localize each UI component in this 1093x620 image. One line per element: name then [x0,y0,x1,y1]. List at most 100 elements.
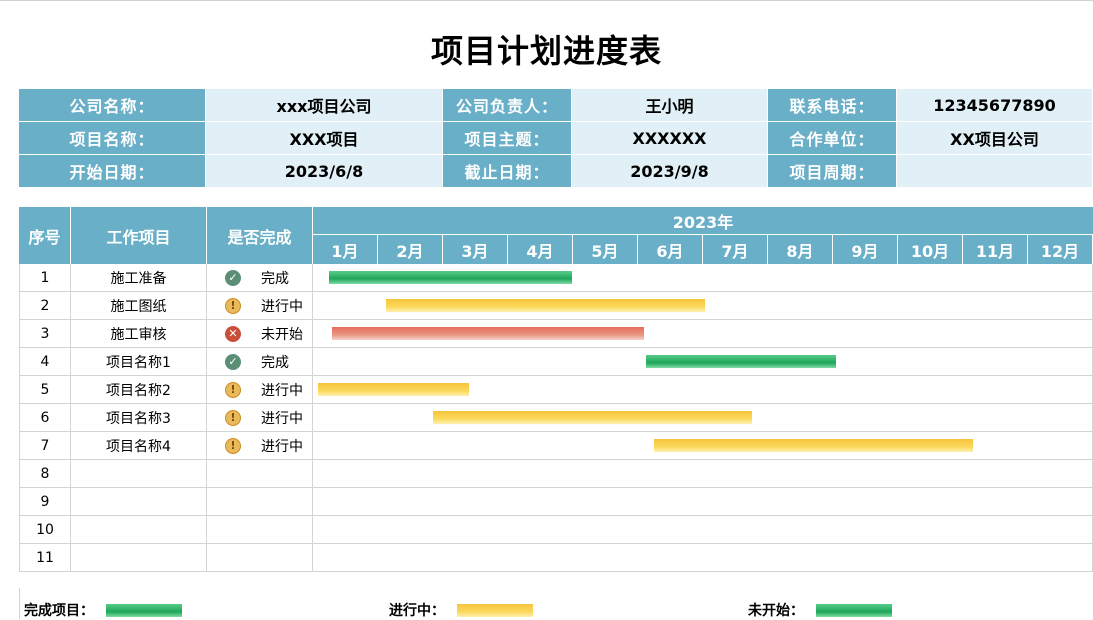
row-status: ! 进行中 [207,292,313,319]
info-label: 公司负责人： [443,89,572,122]
legend-label: 完成项目： [24,603,94,619]
legend-label: 进行中： [389,603,445,619]
status-label: 完成 [261,270,289,287]
row-status [207,460,313,487]
gantt-bar [653,439,973,452]
x-circle-icon: ✕ [225,325,241,342]
info-value [897,155,1093,188]
month-label: 3月 [443,235,508,264]
row-index: 11 [19,544,71,571]
table-row: 4 项目名称1 ✓ 完成 [19,348,1093,376]
info-value: xxx项目公司 [206,89,443,122]
row-timeline [313,376,1093,403]
gantt-table: 序号 工作项目 是否完成 2023年 1月 2月 3月 4月 5月 6月 7月 8月 9月 10月… [19,207,1093,572]
row-status [207,516,313,543]
check-circle-icon: ✓ [225,269,241,286]
table-row: 7 项目名称4! 进行中 [19,432,1093,460]
table-row: 11 [19,544,1093,572]
row-index: 2 [19,292,71,319]
row-status: ✓ 完成 [207,348,313,375]
table-row: 10 [19,516,1093,544]
row-status [207,488,313,515]
month-label: 8月 [768,235,833,264]
table-row: 1 施工准备 ✓ 完成 [19,264,1093,292]
row-task: 施工准备 [71,264,207,291]
row-task: 项目名称2 [71,376,207,403]
gantt-bar [386,299,705,312]
row-index: 4 [19,348,71,375]
info-label: 项目名称： [19,122,206,155]
gantt-bar [317,383,469,396]
month-label: 1月 [313,235,378,264]
row-index: 10 [19,516,71,543]
row-status: ! 进行中 [207,432,313,459]
legend-swatch [106,603,182,617]
status-label: 完成 [261,354,289,371]
row-status: ✓ 完成 [207,264,313,291]
info-row: 项目名称： XXX项目 项目主题： XXXXXX 合作单位： XX项目公司 [19,122,1093,155]
legend-item: 进行中： [389,600,533,620]
row-index: 6 [19,404,71,431]
row-task [71,488,207,515]
info-label: 开始日期： [19,155,206,188]
legend-swatch [816,603,892,617]
month-label: 2月 [378,235,443,264]
legend-item: 完成项目： [24,600,182,620]
project-info-table: 公司名称： xxx项目公司 公司负责人： 王小明 联系电话： 12345677890 项目名… [19,89,1093,188]
row-timeline [313,292,1093,319]
row-index: 7 [19,432,71,459]
row-timeline [313,404,1093,431]
row-status: ✕ 未开始 [207,320,313,347]
info-label: 公司名称： [19,89,206,122]
info-label: 项目主题： [443,122,572,155]
legend-swatch [457,603,533,617]
top-border-line [0,0,1093,1]
exclamation-circle-icon: ! [225,437,241,454]
info-value: 12345677890 [897,89,1093,122]
row-timeline [313,544,1093,571]
info-label: 合作单位： [768,122,897,155]
table-row: 2 施工图纸! 进行中 [19,292,1093,320]
gantt-bar [331,327,645,340]
status-label: 进行中 [261,298,303,315]
exclamation-circle-icon: ! [225,381,241,398]
info-label: 项目周期： [768,155,897,188]
month-label: 9月 [833,235,898,264]
info-value: XX项目公司 [897,122,1093,155]
table-row: 6 项目名称3! 进行中 [19,404,1093,432]
header-task: 工作项目 [71,207,207,264]
gantt-bar [433,411,753,424]
month-label: 5月 [573,235,638,264]
info-value: XXXXXX [572,122,768,155]
month-label: 10月 [898,235,963,264]
info-label: 截止日期： [443,155,572,188]
row-timeline [313,348,1093,375]
row-status [207,544,313,571]
month-label: 12月 [1028,235,1093,264]
status-label: 进行中 [261,382,303,399]
table-row: 3 施工审核 ✕ 未开始 [19,320,1093,348]
legend: 完成项目： 进行中： 未开始： [19,588,1093,619]
table-row: 5 项目名称2! 进行中 [19,376,1093,404]
header-done: 是否完成 [207,207,313,264]
row-task: 施工图纸 [71,292,207,319]
row-task [71,460,207,487]
info-row: 开始日期： 2023/6/8 截止日期： 2023/9/8 项目周期： [19,155,1093,188]
month-label: 6月 [638,235,703,264]
status-label: 未开始 [261,326,303,343]
row-timeline [313,516,1093,543]
row-task [71,544,207,571]
header-index: 序号 [19,207,71,264]
info-value: 王小明 [572,89,768,122]
info-label: 联系电话： [768,89,897,122]
row-timeline [313,488,1093,515]
gantt-bar [329,271,573,284]
info-row: 公司名称： xxx项目公司 公司负责人： 王小明 联系电话： 12345677890 [19,89,1093,122]
month-label: 7月 [703,235,768,264]
row-status: ! 进行中 [207,376,313,403]
page-title: 项目计划进度表 [430,32,662,70]
row-task: 施工审核 [71,320,207,347]
info-value: 2023/9/8 [572,155,768,188]
row-index: 1 [19,264,71,291]
gantt-body: 1 施工准备 ✓ 完成 2 施工图纸! 进行中 3 施工审核 ✕ 未开始 4 项目名称1 ✓ 完成 5 项目名称… [19,264,1093,572]
